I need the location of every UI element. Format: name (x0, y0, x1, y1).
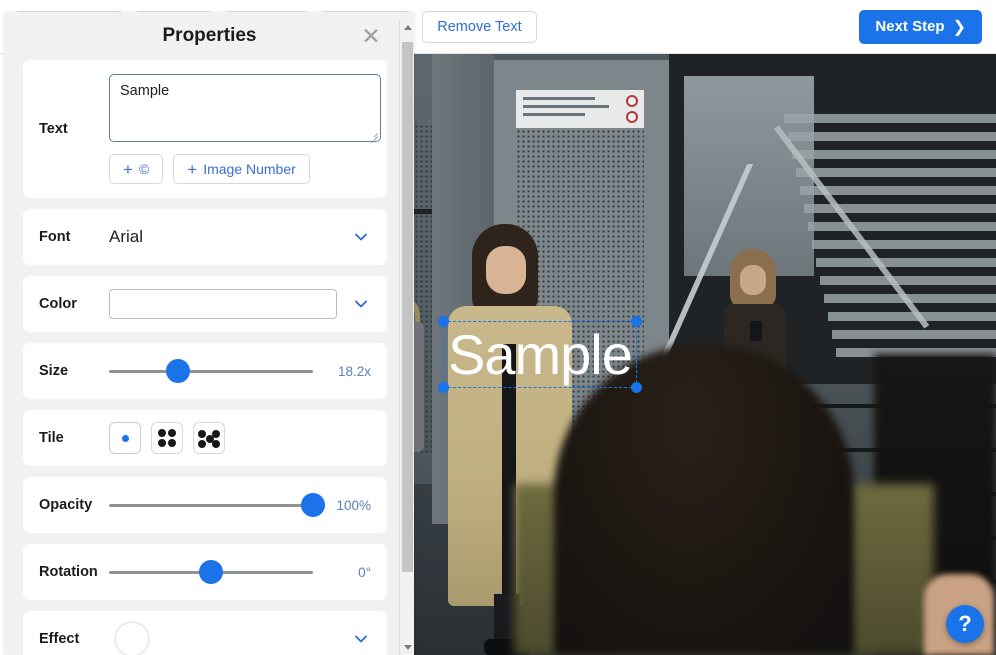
close-icon[interactable]: ✕ (358, 23, 384, 49)
copyright-icon: © (138, 161, 150, 177)
app-root: Add Text Add Logo Remove Text Next Step … (0, 0, 996, 655)
size-card: Size 18.2x (23, 343, 387, 399)
watermark-selection-box[interactable] (438, 316, 642, 393)
text-insert-buttons: + © + Image Number (109, 154, 381, 184)
plus-icon: + (187, 159, 198, 179)
opacity-label: Opacity (39, 497, 93, 513)
tile-options (109, 422, 225, 454)
add-image-number-label: Image Number (203, 161, 296, 177)
effect-card: Effect (23, 611, 387, 655)
help-button[interactable]: ? (946, 605, 984, 643)
opacity-slider-thumb[interactable] (301, 493, 325, 517)
resize-handle-top-left[interactable] (438, 316, 449, 327)
tile-option-diamond-5[interactable] (193, 422, 225, 454)
properties-scrollbar[interactable] (399, 20, 414, 655)
color-card: Color (23, 276, 387, 332)
effect-swatch[interactable] (115, 622, 149, 655)
rotation-slider[interactable]: 0° (109, 560, 371, 584)
size-label: Size (39, 363, 69, 379)
text-controls: + © + Image Number (109, 74, 381, 184)
tile-option-grid-4[interactable] (151, 422, 183, 454)
size-slider-track[interactable] (109, 359, 313, 383)
resize-handle-bottom-right[interactable] (631, 382, 642, 393)
font-card: Font Arial (23, 209, 387, 265)
font-value[interactable]: Arial (109, 227, 351, 247)
scroll-down-arrow-icon[interactable] (400, 640, 414, 655)
resize-handle-bottom-left[interactable] (438, 382, 449, 393)
next-step-label: Next Step (875, 18, 945, 35)
chevron-down-icon[interactable] (351, 227, 371, 247)
watermark-text-input[interactable] (109, 74, 381, 142)
rotation-slider-track[interactable] (109, 560, 313, 584)
properties-panel-header: Properties ✕ (5, 12, 414, 60)
remove-text-button[interactable]: Remove Text (422, 10, 537, 43)
font-label: Font (39, 229, 71, 245)
chevron-down-icon[interactable] (351, 629, 371, 649)
opacity-card: Opacity 100% (23, 477, 387, 533)
next-step-button[interactable]: Next Step ❯ (859, 9, 982, 44)
scrollbar-thumb[interactable] (402, 42, 413, 572)
plus-icon: + (123, 159, 133, 179)
rotation-value: 0° (358, 564, 371, 580)
chevron-right-icon: ❯ (952, 18, 966, 36)
text-card: Text + © + Image Number (23, 60, 387, 198)
color-label: Color (39, 296, 77, 312)
text-label: Text (39, 121, 68, 137)
tile-label: Tile (39, 430, 64, 446)
size-value: 18.2x (337, 363, 371, 379)
page-title: Properties (162, 25, 257, 46)
resize-handle-top-right[interactable] (631, 316, 642, 327)
rotation-card: Rotation 0° (23, 544, 387, 600)
tile-option-single[interactable] (109, 422, 141, 454)
rotation-slider-thumb[interactable] (199, 560, 223, 584)
size-slider-thumb[interactable] (166, 359, 191, 383)
opacity-slider-track[interactable] (109, 493, 325, 517)
opacity-slider[interactable]: 100% (109, 493, 371, 517)
opacity-value: 100% (336, 497, 371, 513)
size-slider[interactable]: 18.2x (109, 359, 371, 383)
properties-panel: Properties ✕ Text + © (5, 12, 414, 655)
add-image-number-button[interactable]: + Image Number (173, 154, 310, 184)
color-swatch[interactable] (109, 289, 337, 319)
tile-card: Tile (23, 410, 387, 466)
add-copyright-button[interactable]: + © (109, 154, 164, 184)
effect-label: Effect (39, 631, 80, 647)
rotation-label: Rotation (39, 564, 98, 580)
properties-panel-body: Text + © + Image Number (5, 60, 405, 655)
chevron-down-icon[interactable] (351, 294, 371, 314)
scroll-up-arrow-icon[interactable] (400, 20, 414, 35)
